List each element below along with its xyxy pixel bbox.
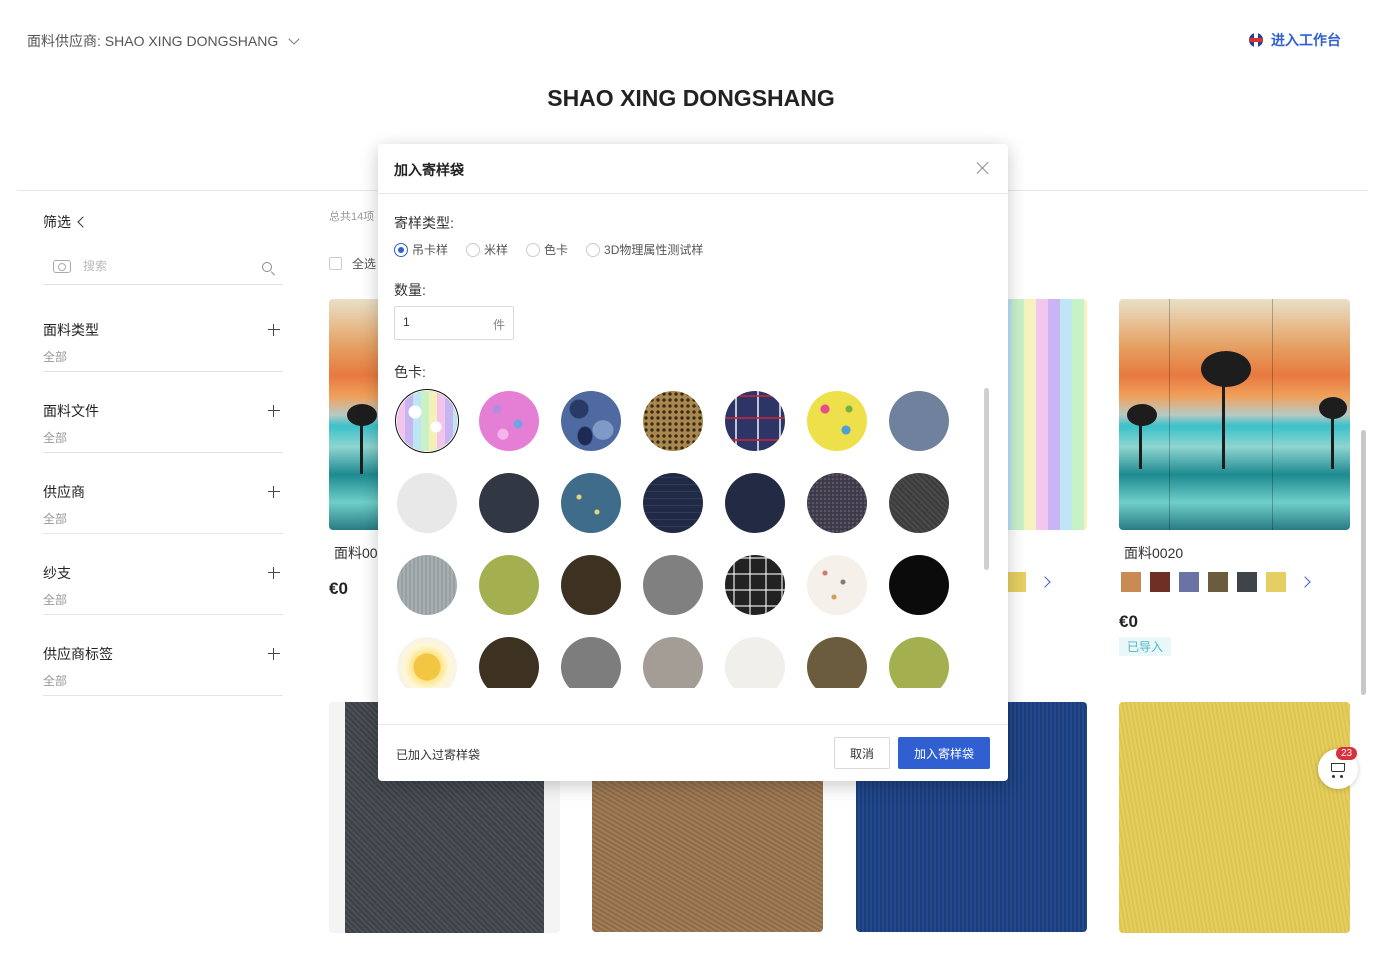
radio-dot[interactable]: [466, 242, 481, 257]
color-swatch[interactable]: [725, 555, 785, 615]
color-swatch[interactable]: [889, 391, 949, 451]
color-swatch[interactable]: [561, 473, 621, 533]
color-swatch[interactable]: [807, 555, 867, 615]
color-swatch[interactable]: [397, 555, 457, 615]
radio-3d-test-sample[interactable]: 3D物理属性测试样: [586, 241, 703, 258]
quantity-input[interactable]: [403, 315, 473, 329]
dialog-header: 加入寄样袋: [378, 144, 1008, 194]
radio-label: 米样: [484, 243, 509, 257]
color-swatch[interactable]: [479, 391, 539, 451]
dialog-title: 加入寄样袋: [394, 162, 464, 178]
quantity-label: 数量:: [394, 282, 426, 298]
color-swatch[interactable]: [807, 473, 867, 533]
color-swatch[interactable]: [479, 555, 539, 615]
cancel-button[interactable]: 取消: [834, 737, 890, 769]
radio-color-card[interactable]: 色卡: [526, 241, 568, 258]
radio-meter-sample[interactable]: 米样: [466, 241, 508, 258]
color-swatch[interactable]: [479, 637, 539, 688]
color-card-label: 色卡:: [394, 364, 426, 380]
radio-hang-card[interactable]: 吊卡样: [394, 241, 448, 258]
radio-label: 3D物理属性测试样: [604, 243, 704, 257]
close-icon[interactable]: [976, 161, 990, 175]
color-swatch[interactable]: [643, 473, 703, 533]
already-added-note: 已加入过寄样袋: [396, 748, 481, 762]
color-swatch[interactable]: [725, 391, 785, 451]
add-to-sample-bag-button[interactable]: 加入寄样袋: [898, 737, 990, 769]
color-swatch[interactable]: [889, 637, 949, 688]
quantity-unit: 件: [493, 318, 506, 332]
color-swatch[interactable]: [643, 391, 703, 451]
sample-type-radio-group: 吊卡样 米样 色卡 3D物理属性测试样: [394, 241, 703, 258]
color-swatch[interactable]: [479, 473, 539, 533]
color-swatch-grid: [394, 386, 974, 688]
color-swatch[interactable]: [561, 391, 621, 451]
radio-dot[interactable]: [586, 242, 601, 257]
add-to-sample-bag-dialog: 加入寄样袋 寄样类型: 吊卡样 米样 色卡 3D物理属性测试样 数量: 件 色卡…: [378, 144, 1008, 781]
color-swatch[interactable]: [643, 555, 703, 615]
color-swatch[interactable]: [561, 555, 621, 615]
swatch-scrollbar[interactable]: [984, 388, 989, 570]
color-swatch[interactable]: [397, 637, 457, 688]
color-swatch[interactable]: [643, 637, 703, 688]
radio-label: 色卡: [544, 243, 569, 257]
color-swatch[interactable]: [725, 473, 785, 533]
color-swatch[interactable]: [807, 391, 867, 451]
color-swatch[interactable]: [889, 555, 949, 615]
color-swatch[interactable]: [561, 637, 621, 688]
dialog-footer: 已加入过寄样袋 取消 加入寄样袋: [378, 724, 1008, 781]
color-swatch[interactable]: [807, 637, 867, 688]
radio-label: 吊卡样: [412, 243, 449, 257]
color-swatch[interactable]: [725, 637, 785, 688]
radio-dot[interactable]: [526, 242, 541, 257]
color-swatch[interactable]: [889, 473, 949, 533]
color-swatch[interactable]: [397, 473, 457, 533]
radio-dot[interactable]: [394, 242, 408, 257]
color-swatch[interactable]: [397, 391, 457, 451]
quantity-field[interactable]: 件: [394, 306, 514, 340]
sample-type-label: 寄样类型:: [394, 215, 454, 231]
